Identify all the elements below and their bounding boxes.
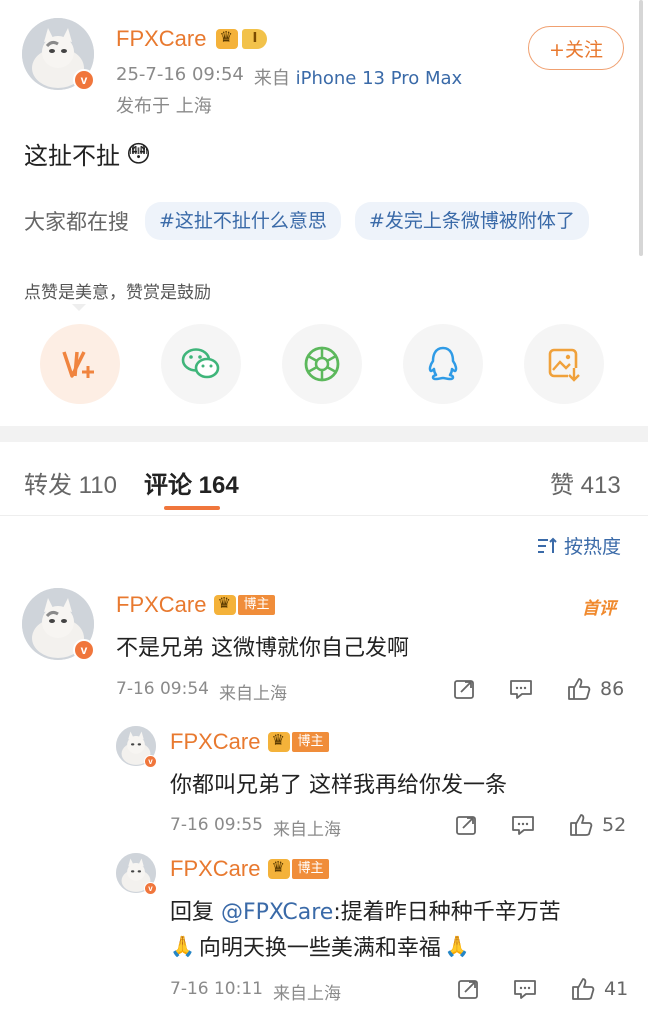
repost-icon[interactable] bbox=[454, 813, 478, 837]
reply-location: 来自上海 bbox=[272, 984, 341, 1004]
tab-repost[interactable]: 转发 110 bbox=[24, 465, 117, 500]
follow-button[interactable]: +关注 bbox=[528, 26, 624, 70]
post-date: 25-7-16 09:54 bbox=[116, 64, 244, 85]
comment-icon[interactable] bbox=[512, 977, 538, 1001]
like-count: 41 bbox=[604, 978, 629, 1000]
crown-icon bbox=[216, 28, 239, 49]
reward-button[interactable] bbox=[40, 324, 120, 404]
search-tag-1[interactable]: #这扯不扯什么意思 bbox=[145, 202, 341, 240]
author-badge: 博主 bbox=[292, 732, 329, 752]
sort-label: 按热度 bbox=[564, 536, 622, 558]
author-badge: 博主 bbox=[292, 859, 329, 879]
reply-time: 7-16 10:11 bbox=[170, 979, 263, 999]
post-from-label: 来自 bbox=[253, 68, 290, 89]
reply-text: 你都叫兄弟了 这样我再给你发一条 bbox=[170, 773, 507, 798]
wechat-icon bbox=[181, 348, 220, 379]
reply-time: 7-16 09:55 bbox=[170, 815, 263, 835]
first-comment-badge: 首评 bbox=[582, 599, 616, 619]
comment-location: 来自上海 bbox=[218, 684, 287, 704]
reply-author-name[interactable]: FPXCare bbox=[170, 856, 260, 882]
like-button[interactable]: 52 bbox=[568, 812, 626, 838]
thumbs-up-icon bbox=[572, 978, 595, 1000]
sort-button[interactable]: 按热度 bbox=[536, 532, 621, 559]
tab-bottom-border bbox=[0, 515, 648, 516]
reply-prefix: 回复 bbox=[170, 900, 221, 925]
post-location: 发布于 上海 bbox=[116, 96, 212, 117]
praying-hands-icon: 🙏 bbox=[170, 934, 195, 958]
verified-badge-icon: v bbox=[73, 69, 95, 91]
repost-icon[interactable] bbox=[456, 977, 480, 1001]
tab-like[interactable]: 赞 413 bbox=[550, 465, 621, 500]
like-button[interactable]: 41 bbox=[570, 976, 628, 1002]
thumbs-up-icon bbox=[568, 678, 591, 700]
crown-icon bbox=[268, 858, 291, 879]
tab-comment[interactable]: 评论 164 bbox=[144, 465, 239, 500]
search-tag-2[interactable]: #发完上条微博被附体了 bbox=[354, 202, 589, 240]
like-count: 52 bbox=[602, 814, 627, 836]
mention-link[interactable]: @FPXCare bbox=[221, 900, 333, 925]
save-image-icon bbox=[548, 348, 580, 382]
moments-icon bbox=[304, 346, 340, 382]
reply-author-name[interactable]: FPXCare bbox=[170, 729, 260, 755]
save-image-button[interactable] bbox=[524, 324, 604, 404]
author-badge: 博主 bbox=[238, 595, 275, 615]
post-content: 这扯不扯 bbox=[24, 142, 120, 170]
crown-icon bbox=[268, 731, 291, 752]
qq-icon bbox=[428, 346, 458, 381]
section-divider bbox=[0, 426, 648, 442]
post-author-name[interactable]: FPXCare bbox=[116, 26, 206, 52]
thumbs-up-icon bbox=[570, 814, 593, 836]
comment-icon[interactable] bbox=[508, 677, 534, 701]
comment-icon[interactable] bbox=[510, 813, 536, 837]
verified-badge-icon: v bbox=[73, 639, 95, 661]
repost-icon[interactable] bbox=[452, 677, 476, 701]
flushed-emoji-icon: 😳 bbox=[126, 139, 152, 168]
share-qq-button[interactable] bbox=[403, 324, 483, 404]
verified-badge-icon: v bbox=[144, 755, 157, 768]
crown-icon bbox=[214, 594, 237, 615]
reply-location: 来自上海 bbox=[272, 820, 341, 840]
verified-badge-icon: v bbox=[144, 882, 157, 895]
sort-icon bbox=[538, 537, 557, 553]
like-button[interactable]: 86 bbox=[566, 676, 624, 702]
level-badge: I bbox=[242, 29, 268, 49]
reply-text-line-2: 向明天换一些美满和幸福 bbox=[198, 936, 441, 961]
comment-author-name[interactable]: FPXCare bbox=[116, 592, 206, 618]
reward-icon bbox=[62, 351, 94, 378]
hint-pointer bbox=[72, 304, 86, 311]
praying-hands-icon: 🙏 bbox=[444, 934, 470, 958]
comment-time: 7-16 09:54 bbox=[116, 679, 209, 699]
share-wechat-button[interactable] bbox=[161, 324, 241, 404]
search-label: 大家都在搜 bbox=[24, 210, 129, 234]
share-moments-button[interactable] bbox=[282, 324, 362, 404]
post-device-link[interactable]: iPhone 13 Pro Max bbox=[296, 68, 463, 89]
tab-active-underline bbox=[164, 506, 220, 510]
like-count: 86 bbox=[600, 678, 625, 700]
comment-text: 不是兄弟 这微博就你自己发啊 bbox=[116, 636, 409, 661]
scrollbar[interactable] bbox=[639, 0, 643, 256]
reward-hint: 点赞是美意，赞赏是鼓励 bbox=[24, 283, 211, 303]
reply-text-line-1: :提着昨日种种千辛万苦 bbox=[333, 900, 561, 925]
